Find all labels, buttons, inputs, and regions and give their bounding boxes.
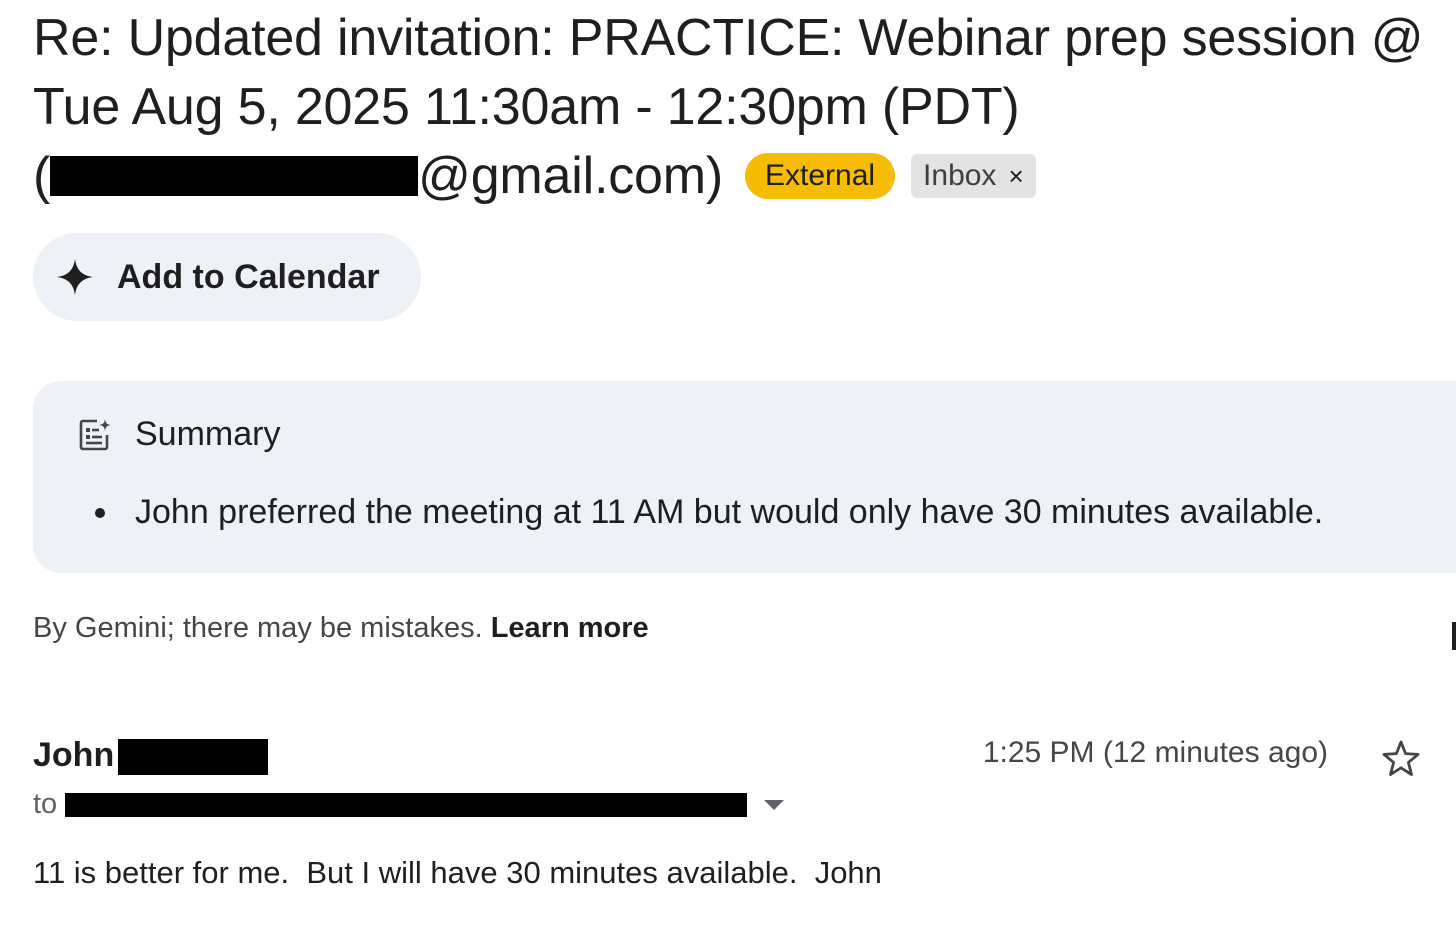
summary-item-text: John preferred the meeting at 11 AM but … (135, 493, 1324, 531)
redacted-email-name (50, 156, 419, 197)
redacted-sender-surname (118, 739, 269, 775)
bullet-icon (95, 507, 105, 518)
subject-line-3: ( @gmail.com) External Inbox × (33, 142, 1456, 211)
inbox-label-chip: Inbox × (911, 154, 1036, 199)
subject-paren-open: ( (33, 147, 51, 205)
sender-name[interactable]: John (33, 735, 269, 775)
subject-email-suffix: @gmail.com) (418, 147, 723, 205)
disclaimer-text: By Gemini; there may be mistakes. (33, 612, 483, 644)
redacted-recipients (65, 792, 748, 817)
summary-item: John preferred the meeting at 11 AM but … (95, 493, 1323, 532)
feedback-edge-icon[interactable] (1452, 622, 1456, 650)
message-body: 11 is better for me. But I will have 30 … (33, 855, 882, 890)
subject-line-1: Re: Updated invitation: PRACTICE: Webina… (33, 9, 1424, 67)
email-subject: Re: Updated invitation: PRACTICE: Webina… (33, 4, 1456, 211)
summary-header: Summary (77, 415, 280, 454)
add-to-calendar-label: Add to Calendar (117, 257, 380, 296)
subject-line-2: Tue Aug 5, 2025 11:30am - 12:30pm (PDT) (33, 78, 1020, 136)
star-icon[interactable] (1380, 738, 1422, 780)
external-label-chip: External (744, 153, 896, 200)
gemini-disclaimer: By Gemini; there may be mistakes. Learn … (33, 612, 649, 645)
sender-first-name: John (33, 735, 115, 774)
inbox-label-text: Inbox (923, 159, 997, 193)
add-to-calendar-button[interactable]: Add to Calendar (33, 233, 421, 321)
gemini-summary-card: Summary John preferred the meeting at 11… (33, 381, 1456, 573)
recipients-row: to (33, 788, 785, 821)
summary-title: Summary (135, 415, 281, 453)
email-view: Re: Updated invitation: PRACTICE: Webina… (0, 0, 1456, 942)
summary-doc-sparkle-icon (79, 418, 111, 450)
sparkle-icon (57, 259, 93, 295)
message-timestamp: 1:25 PM (12 minutes ago) (982, 736, 1328, 769)
learn-more-link[interactable]: Learn more (491, 612, 649, 644)
summary-list: John preferred the meeting at 11 AM but … (95, 493, 1323, 532)
caret-down-icon[interactable] (763, 798, 785, 812)
remove-label-icon[interactable]: × (1008, 161, 1023, 191)
to-label: to (33, 788, 58, 820)
